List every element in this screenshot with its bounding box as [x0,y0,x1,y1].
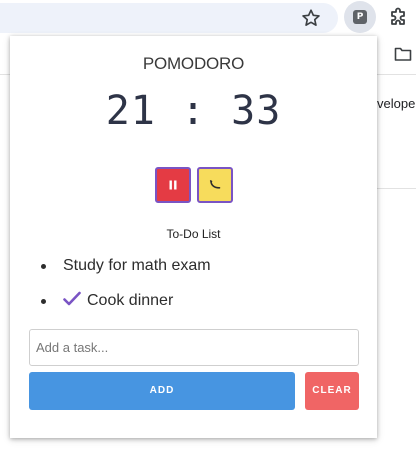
pause-button[interactable] [155,167,191,203]
app-title: POMODORO [142,54,245,73]
todo-item[interactable]: Study for math exam [41,255,211,290]
bullet-icon [41,264,46,269]
banana-icon [209,180,221,189]
break-button[interactable] [197,167,233,203]
puzzle-icon[interactable] [386,6,410,30]
pomodoro-popup: POMODORO 21 : 33 To-Do List Study for ma… [10,36,377,438]
page-divider [377,188,416,189]
add-task-input[interactable] [29,329,359,366]
timer-display: 21 : 33 [105,88,282,134]
todo-item-text: Cook dinner [87,292,174,309]
browser-toolbar: P [0,0,416,36]
extension-badge: P [353,10,367,24]
clear-button[interactable]: CLEAR [305,372,359,410]
todo-item-completed[interactable]: Cook dinner [41,290,211,325]
todo-list-title: To-Do List [166,227,221,241]
todo-list: Study for math exam Cook dinner [41,255,211,325]
address-bar[interactable] [0,3,338,33]
pause-icon [169,180,177,190]
add-button[interactable]: ADD [29,372,295,410]
todo-item-text: Study for math exam [63,257,211,274]
bookmark-star-icon[interactable] [300,7,322,29]
checkmark-icon [63,291,81,306]
extension-button[interactable]: P [344,1,376,33]
bullet-icon [41,299,46,304]
page-background-text: veloper [377,96,416,111]
folder-icon[interactable] [394,46,412,62]
